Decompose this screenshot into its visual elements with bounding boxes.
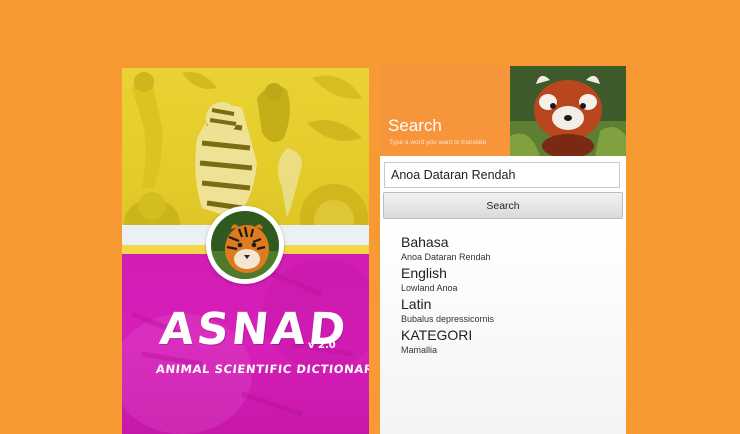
result-label: English bbox=[401, 265, 447, 281]
page-title: Search bbox=[388, 116, 442, 135]
app-tagline: ANIMAL SCIENTIFIC DICTIONARY bbox=[155, 362, 369, 376]
result-value: Lowland Anoa bbox=[401, 283, 458, 293]
results-panel: Bahasa Anoa Dataran Rendah English Lowla… bbox=[380, 222, 626, 434]
tiger-icon bbox=[211, 211, 279, 279]
red-panda-icon bbox=[510, 66, 626, 156]
splash-screen: ASNAD v 2.0 ANIMAL SCIENTIFIC DICTIONARY bbox=[122, 68, 369, 434]
result-english: English Lowland Anoa bbox=[401, 265, 458, 294]
result-latin: Latin Bubalus depressicornis bbox=[401, 296, 494, 325]
result-label: Bahasa bbox=[401, 234, 449, 250]
search-button[interactable]: Search bbox=[383, 192, 623, 219]
result-kategori: KATEGORI Mamallia bbox=[401, 327, 472, 356]
result-bahasa: Bahasa Anoa Dataran Rendah bbox=[401, 234, 491, 263]
app-header: Search Type a word you want to translate bbox=[380, 66, 626, 156]
app-version: v 2.0 bbox=[308, 340, 336, 351]
result-value: Bubalus depressicornis bbox=[401, 314, 495, 324]
search-screen: Search Type a word you want to translate bbox=[380, 66, 626, 434]
page-subtitle: Type a word you want to translate bbox=[389, 139, 487, 146]
result-value: Anoa Dataran Rendah bbox=[401, 252, 491, 262]
red-panda-photo bbox=[510, 66, 626, 156]
result-label: KATEGORI bbox=[401, 327, 473, 343]
search-input[interactable] bbox=[384, 162, 620, 188]
result-label: Latin bbox=[401, 296, 432, 312]
result-value: Mamallia bbox=[401, 345, 438, 355]
tiger-avatar bbox=[206, 206, 284, 284]
